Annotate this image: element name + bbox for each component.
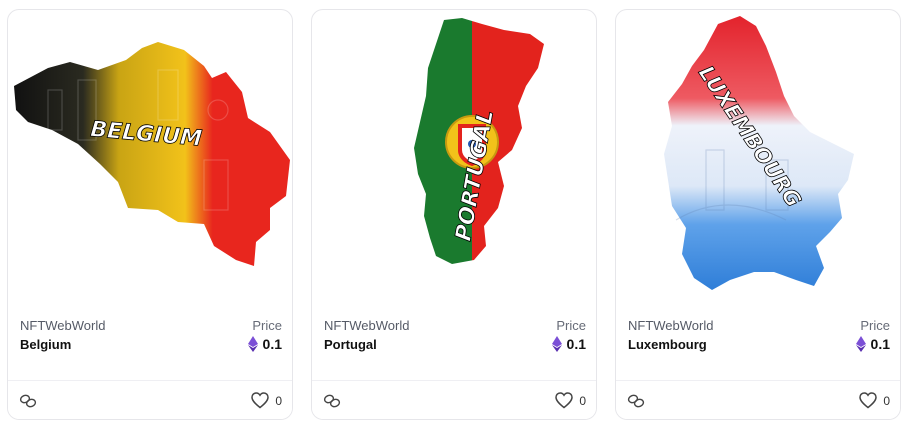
nft-image-portugal[interactable]: PORTUGAL bbox=[312, 10, 596, 302]
like-button[interactable]: 0 bbox=[251, 392, 282, 409]
nft-image-belgium[interactable]: BELGIUM bbox=[8, 10, 292, 302]
price: 0.1 bbox=[551, 336, 586, 352]
price-label: Price bbox=[556, 318, 586, 333]
card-footer: 0 bbox=[616, 380, 900, 419]
like-count: 0 bbox=[579, 393, 586, 408]
nft-card-grid: BELGIUM NFTWebWorld Belgium Price 0.1 0 … bbox=[0, 0, 910, 433]
price-value: 0.1 bbox=[870, 336, 890, 352]
nft-title[interactable]: Luxembourg bbox=[628, 337, 707, 352]
nft-image-luxembourg[interactable]: LUXEMBOURG bbox=[616, 10, 900, 302]
card-info: NFTWebWorld Belgium Price 0.1 bbox=[8, 302, 292, 380]
card-footer: 0 bbox=[8, 380, 292, 419]
price-value: 0.1 bbox=[566, 336, 586, 352]
ethereum-icon bbox=[551, 336, 562, 352]
card-info: NFTWebWorld Portugal Price 0.1 bbox=[312, 302, 596, 380]
link-icon[interactable] bbox=[627, 393, 645, 409]
belgium-map-shape bbox=[14, 42, 290, 266]
price: 0.1 bbox=[247, 336, 282, 352]
price-label: Price bbox=[860, 318, 890, 333]
price: 0.1 bbox=[855, 336, 890, 352]
nft-card-belgium[interactable]: BELGIUM NFTWebWorld Belgium Price 0.1 0 bbox=[7, 9, 293, 420]
link-icon[interactable] bbox=[19, 393, 37, 409]
nft-card-portugal[interactable]: PORTUGAL NFTWebWorld Portugal Price 0.1 bbox=[311, 9, 597, 420]
card-footer: 0 bbox=[312, 380, 596, 419]
nft-title[interactable]: Belgium bbox=[20, 337, 71, 352]
creator-name[interactable]: NFTWebWorld bbox=[628, 318, 713, 333]
like-count: 0 bbox=[275, 393, 282, 408]
heart-icon bbox=[555, 392, 574, 409]
heart-icon bbox=[251, 392, 270, 409]
price-value: 0.1 bbox=[262, 336, 282, 352]
price-label: Price bbox=[252, 318, 282, 333]
creator-name[interactable]: NFTWebWorld bbox=[20, 318, 105, 333]
like-button[interactable]: 0 bbox=[555, 392, 586, 409]
link-icon[interactable] bbox=[323, 393, 341, 409]
heart-icon bbox=[859, 392, 878, 409]
creator-name[interactable]: NFTWebWorld bbox=[324, 318, 409, 333]
like-count: 0 bbox=[883, 393, 890, 408]
nft-title[interactable]: Portugal bbox=[324, 337, 377, 352]
card-info: NFTWebWorld Luxembourg Price 0.1 bbox=[616, 302, 900, 380]
ethereum-icon bbox=[855, 336, 866, 352]
ethereum-icon bbox=[247, 336, 258, 352]
nft-card-luxembourg[interactable]: LUXEMBOURG NFTWebWorld Luxembourg Price … bbox=[615, 9, 901, 420]
like-button[interactable]: 0 bbox=[859, 392, 890, 409]
